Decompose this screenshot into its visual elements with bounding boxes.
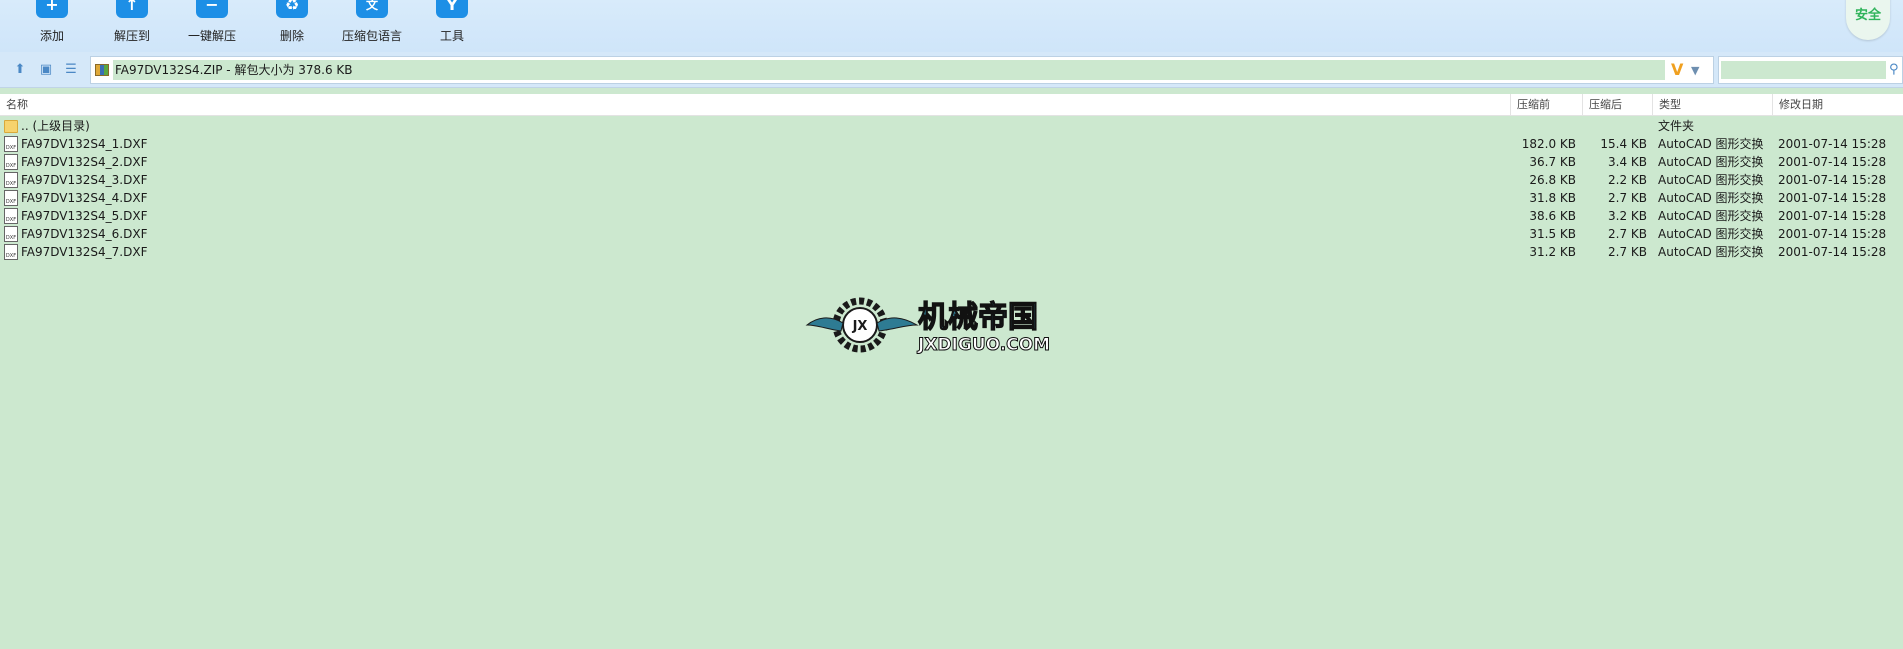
dxf-file-icon: DXF bbox=[4, 226, 18, 242]
file-type: AutoCAD 图形交换 bbox=[1658, 191, 1764, 205]
language-icon: 文 bbox=[356, 0, 388, 18]
search-box[interactable]: ⚲ bbox=[1718, 56, 1903, 84]
modified-date: 2001-07-14 15:28 bbox=[1778, 155, 1887, 169]
address-path[interactable]: FA97DV132S4.ZIP - 解包大小为 378.6 KB bbox=[113, 60, 1665, 80]
file-row[interactable]: DXF FA97DV132S4_2.DXF 36.7 KB 3.4 KB Aut… bbox=[0, 153, 1903, 171]
size-after: 3.2 KB bbox=[1608, 209, 1647, 223]
size-after: 2.7 KB bbox=[1608, 245, 1647, 259]
v-logo-icon[interactable]: V bbox=[1671, 60, 1683, 80]
recycle-icon: ♻ bbox=[276, 0, 308, 18]
dxf-file-icon: DXF bbox=[4, 190, 18, 206]
logo-badge: JX bbox=[852, 319, 868, 334]
file-list: .. (上级目录) 文件夹 DXF FA97DV132S4_1.DXF 182.… bbox=[0, 117, 1903, 261]
size-before: 31.8 KB bbox=[1529, 191, 1576, 205]
zip-archive-icon bbox=[95, 64, 109, 76]
modified-date: 2001-07-14 15:28 bbox=[1778, 191, 1887, 205]
file-name: FA97DV132S4_3.DXF bbox=[21, 173, 148, 187]
right-wing-icon bbox=[876, 317, 919, 332]
file-type: AutoCAD 图形交换 bbox=[1658, 227, 1764, 241]
size-before: 182.0 KB bbox=[1521, 137, 1576, 151]
folder-icon bbox=[4, 120, 18, 133]
thumbnail-view-icon[interactable]: ▣ bbox=[38, 62, 54, 78]
chevron-down-icon[interactable]: ▼ bbox=[1691, 61, 1699, 81]
modified-date: 2001-07-14 15:28 bbox=[1778, 137, 1887, 151]
modified-date: 2001-07-14 15:28 bbox=[1778, 209, 1887, 223]
file-type: AutoCAD 图形交换 bbox=[1658, 209, 1764, 223]
delete-label: 删除 bbox=[279, 29, 304, 43]
modified-date: 2001-07-14 15:28 bbox=[1778, 245, 1887, 259]
dxf-file-icon: DXF bbox=[4, 208, 18, 224]
file-row[interactable]: DXF FA97DV132S4_4.DXF 31.8 KB 2.7 KB Aut… bbox=[0, 189, 1903, 207]
file-row[interactable]: DXF FA97DV132S4_3.DXF 26.8 KB 2.2 KB Aut… bbox=[0, 171, 1903, 189]
modified-date: 2001-07-14 15:28 bbox=[1778, 173, 1887, 187]
size-after: 2.2 KB bbox=[1608, 173, 1647, 187]
logo-title: 机械帝国 bbox=[918, 300, 1038, 335]
file-row[interactable]: DXF FA97DV132S4_6.DXF 31.5 KB 2.7 KB Aut… bbox=[0, 225, 1903, 243]
plus-icon: + bbox=[36, 0, 68, 18]
file-type: AutoCAD 图形交换 bbox=[1658, 137, 1764, 151]
watermark-logo: JX 机械帝国 JXDIGUO.COM bbox=[805, 297, 1051, 355]
extract-to-button[interactable]: ↑ 解压到 bbox=[92, 0, 172, 48]
language-pack-label: 压缩包语言 bbox=[341, 29, 402, 43]
toolbar: + 添加 ↑ 解压到 − 一键解压 ♻ 删除 文 压缩包语言 Y 工具 安全 bbox=[0, 0, 1903, 52]
logo-subtitle: JXDIGUO.COM bbox=[917, 335, 1050, 355]
add-label: 添加 bbox=[39, 29, 64, 43]
column-before[interactable]: 压缩前 bbox=[1510, 94, 1582, 116]
delete-button[interactable]: ♻ 删除 bbox=[252, 0, 332, 48]
file-name: FA97DV132S4_6.DXF bbox=[21, 227, 148, 241]
size-before: 31.5 KB bbox=[1529, 227, 1576, 241]
dxf-file-icon: DXF bbox=[4, 136, 18, 152]
file-name: FA97DV132S4_7.DXF bbox=[21, 245, 148, 259]
column-type[interactable]: 类型 bbox=[1652, 94, 1772, 116]
language-pack-button[interactable]: 文 压缩包语言 bbox=[332, 0, 412, 48]
one-click-extract-button[interactable]: − 一键解压 bbox=[172, 0, 252, 48]
file-name: .. (上级目录) bbox=[21, 119, 90, 133]
file-row[interactable]: DXF FA97DV132S4_1.DXF 182.0 KB 15.4 KB A… bbox=[0, 135, 1903, 153]
file-name: FA97DV132S4_1.DXF bbox=[21, 137, 148, 151]
left-wing-icon bbox=[805, 317, 844, 332]
size-before: 38.6 KB bbox=[1529, 209, 1576, 223]
extract-to-label: 解压到 bbox=[113, 29, 150, 43]
size-after: 3.4 KB bbox=[1608, 155, 1647, 169]
tools-icon: Y bbox=[436, 0, 468, 18]
dxf-file-icon: DXF bbox=[4, 154, 18, 170]
size-before: 26.8 KB bbox=[1529, 173, 1576, 187]
size-before: 31.2 KB bbox=[1529, 245, 1576, 259]
file-row[interactable]: DXF FA97DV132S4_7.DXF 31.2 KB 2.7 KB Aut… bbox=[0, 243, 1903, 261]
parent-directory-row[interactable]: .. (上级目录) 文件夹 bbox=[0, 117, 1903, 135]
size-after: 2.7 KB bbox=[1608, 227, 1647, 241]
file-type: 文件夹 bbox=[1658, 119, 1695, 133]
column-name[interactable]: 名称 bbox=[0, 94, 1510, 116]
column-header: 名称 压缩前 压缩后 类型 修改日期 bbox=[0, 94, 1903, 116]
search-icon[interactable]: ⚲ bbox=[1889, 62, 1899, 78]
up-arrow-icon[interactable]: ⬆ bbox=[12, 62, 28, 78]
size-before: 36.7 KB bbox=[1529, 155, 1576, 169]
file-type: AutoCAD 图形交换 bbox=[1658, 155, 1764, 169]
file-row[interactable]: DXF FA97DV132S4_5.DXF 38.6 KB 3.2 KB Aut… bbox=[0, 207, 1903, 225]
column-date[interactable]: 修改日期 bbox=[1772, 94, 1903, 116]
size-after: 15.4 KB bbox=[1600, 137, 1647, 151]
tools-label: 工具 bbox=[439, 29, 464, 43]
search-input[interactable] bbox=[1721, 61, 1886, 79]
add-button[interactable]: + 添加 bbox=[12, 0, 92, 48]
secure-badge[interactable]: 安全 bbox=[1846, 0, 1890, 40]
minus-icon: − bbox=[196, 0, 228, 18]
list-view-icon[interactable]: ☰ bbox=[63, 62, 79, 78]
address-bar[interactable]: FA97DV132S4.ZIP - 解包大小为 378.6 KB V ▼ bbox=[90, 56, 1714, 84]
upload-arrow-icon: ↑ bbox=[116, 0, 148, 18]
file-type: AutoCAD 图形交换 bbox=[1658, 245, 1764, 259]
column-after[interactable]: 压缩后 bbox=[1582, 94, 1652, 116]
file-name: FA97DV132S4_5.DXF bbox=[21, 209, 148, 223]
dxf-file-icon: DXF bbox=[4, 172, 18, 188]
tools-button[interactable]: Y 工具 bbox=[412, 0, 492, 48]
one-click-extract-label: 一键解压 bbox=[187, 29, 236, 43]
file-name: FA97DV132S4_4.DXF bbox=[21, 191, 148, 205]
file-name: FA97DV132S4_2.DXF bbox=[21, 155, 148, 169]
modified-date: 2001-07-14 15:28 bbox=[1778, 227, 1887, 241]
size-after: 2.7 KB bbox=[1608, 191, 1647, 205]
file-type: AutoCAD 图形交换 bbox=[1658, 173, 1764, 187]
address-row: ⬆ ▣ ☰ FA97DV132S4.ZIP - 解包大小为 378.6 KB V… bbox=[0, 52, 1903, 88]
dxf-file-icon: DXF bbox=[4, 244, 18, 260]
